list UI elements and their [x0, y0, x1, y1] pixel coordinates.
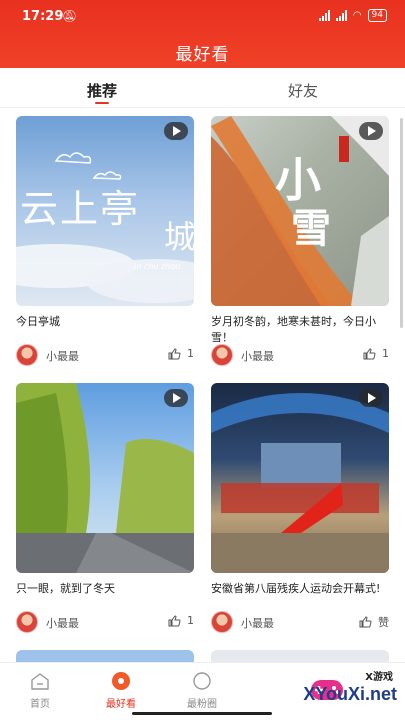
like-button[interactable]: 1: [168, 614, 194, 627]
watermark-logo: X游戏 XYouXi.net: [239, 668, 399, 712]
ginkgo-road-illustration: [16, 383, 194, 573]
avatar[interactable]: [16, 611, 38, 633]
nav-home[interactable]: 首页: [5, 671, 75, 710]
home-icon: [31, 673, 49, 690]
like-count: 1: [187, 614, 194, 627]
author-name[interactable]: 小最最: [46, 348, 79, 364]
mute-icon: 🔕︎: [62, 9, 78, 23]
status-right: ◠ 94: [318, 9, 387, 22]
play-icon: [359, 122, 383, 140]
author-name[interactable]: 小最最: [46, 615, 79, 631]
tab-friends[interactable]: 好友: [288, 80, 318, 101]
thumb-subtitle: in chu zhou: [134, 262, 181, 271]
card-title[interactable]: 安徽省第八届残疾人运动会开幕式!: [211, 581, 389, 597]
bottom-nav: 首页 最好看 最粉圈 X游戏 XYouXi.net: [0, 662, 405, 720]
card-meta: 小最最 1: [16, 344, 194, 366]
wifi-icon: ◠: [352, 10, 362, 21]
tab-bar: 推荐 好友: [0, 68, 405, 108]
video-card[interactable]: 小 雪 岁月初冬韵，地寒未甚时，今日小雪！ 小最最 1: [211, 116, 389, 366]
stage-ceremony-illustration: [211, 393, 389, 573]
video-thumbnail[interactable]: [16, 383, 194, 573]
status-time: 17:29: [22, 9, 64, 24]
thumb-title-1: 云上亭: [20, 187, 141, 231]
nav-fans[interactable]: 最粉圈: [167, 671, 237, 710]
tab-recommend[interactable]: 推荐: [87, 80, 117, 101]
video-thumbnail[interactable]: 云上亭 城 in chu zhou: [16, 116, 194, 306]
battery-level: 94: [371, 10, 383, 20]
battery-icon: 94: [367, 9, 387, 22]
avatar[interactable]: [16, 344, 38, 366]
video-card[interactable]: 安徽省第八届残疾人运动会开幕式! 小最最 赞: [211, 383, 389, 633]
signal-icon: [335, 10, 347, 21]
play-circle-icon: [112, 672, 130, 690]
video-thumbnail[interactable]: [211, 383, 389, 573]
author-name[interactable]: 小最最: [241, 615, 274, 631]
home-indicator: [132, 712, 272, 715]
card-meta: 小最最 赞: [211, 611, 389, 633]
nav-label: 最粉圈: [187, 699, 217, 710]
nav-label: 首页: [30, 699, 50, 710]
status-bar: 17:29 🔕︎ ◠ 94: [0, 0, 405, 32]
author-name[interactable]: 小最最: [241, 348, 274, 364]
card-title[interactable]: 只一眼，就到了冬天: [16, 581, 194, 597]
thumb-title-2: 城: [164, 218, 194, 256]
like-count: 1: [187, 347, 194, 360]
video-card[interactable]: 云上亭 城 in chu zhou 今日亭城 小最最 1: [16, 116, 194, 366]
video-card[interactable]: 只一眼，就到了冬天 小最最 1: [16, 383, 194, 633]
thumbs-up-icon: [168, 614, 181, 626]
thumb-title-2: 雪: [291, 205, 331, 252]
play-icon: [164, 122, 188, 140]
tab-active-indicator: [95, 102, 109, 104]
scrollbar[interactable]: [400, 118, 403, 328]
video-thumbnail[interactable]: 小 雪: [211, 116, 389, 306]
watermark-tag: X游戏: [365, 672, 393, 683]
card-title[interactable]: 今日亭城: [16, 314, 194, 330]
red-seal-icon: [339, 136, 349, 162]
play-icon: [164, 389, 188, 407]
avatar[interactable]: [211, 611, 233, 633]
like-count: 1: [382, 347, 389, 360]
thumbs-up-icon: [168, 347, 181, 359]
card-title[interactable]: 岁月初冬韵，地寒未甚时，今日小雪！: [211, 314, 389, 346]
like-count: 赞: [378, 616, 389, 629]
like-button[interactable]: 1: [363, 347, 389, 360]
like-button[interactable]: 1: [168, 347, 194, 360]
card-meta: 小最最 1: [211, 344, 389, 366]
avatar[interactable]: [211, 344, 233, 366]
watermark-site: XYouXi.net: [303, 684, 397, 704]
signal-icon: [318, 10, 330, 21]
circle-icon: [193, 672, 211, 690]
play-icon: [359, 389, 383, 407]
thumbs-up-icon: [363, 347, 376, 359]
thumbs-up-icon: [359, 616, 372, 628]
like-button[interactable]: 赞: [359, 614, 389, 630]
card-meta: 小最最 1: [16, 611, 194, 633]
app-header: 17:29 🔕︎ ◠ 94 最好看: [0, 0, 405, 68]
page-title: 最好看: [175, 45, 230, 65]
nav-label: 最好看: [106, 699, 136, 710]
nav-best-watch[interactable]: 最好看: [86, 671, 156, 710]
